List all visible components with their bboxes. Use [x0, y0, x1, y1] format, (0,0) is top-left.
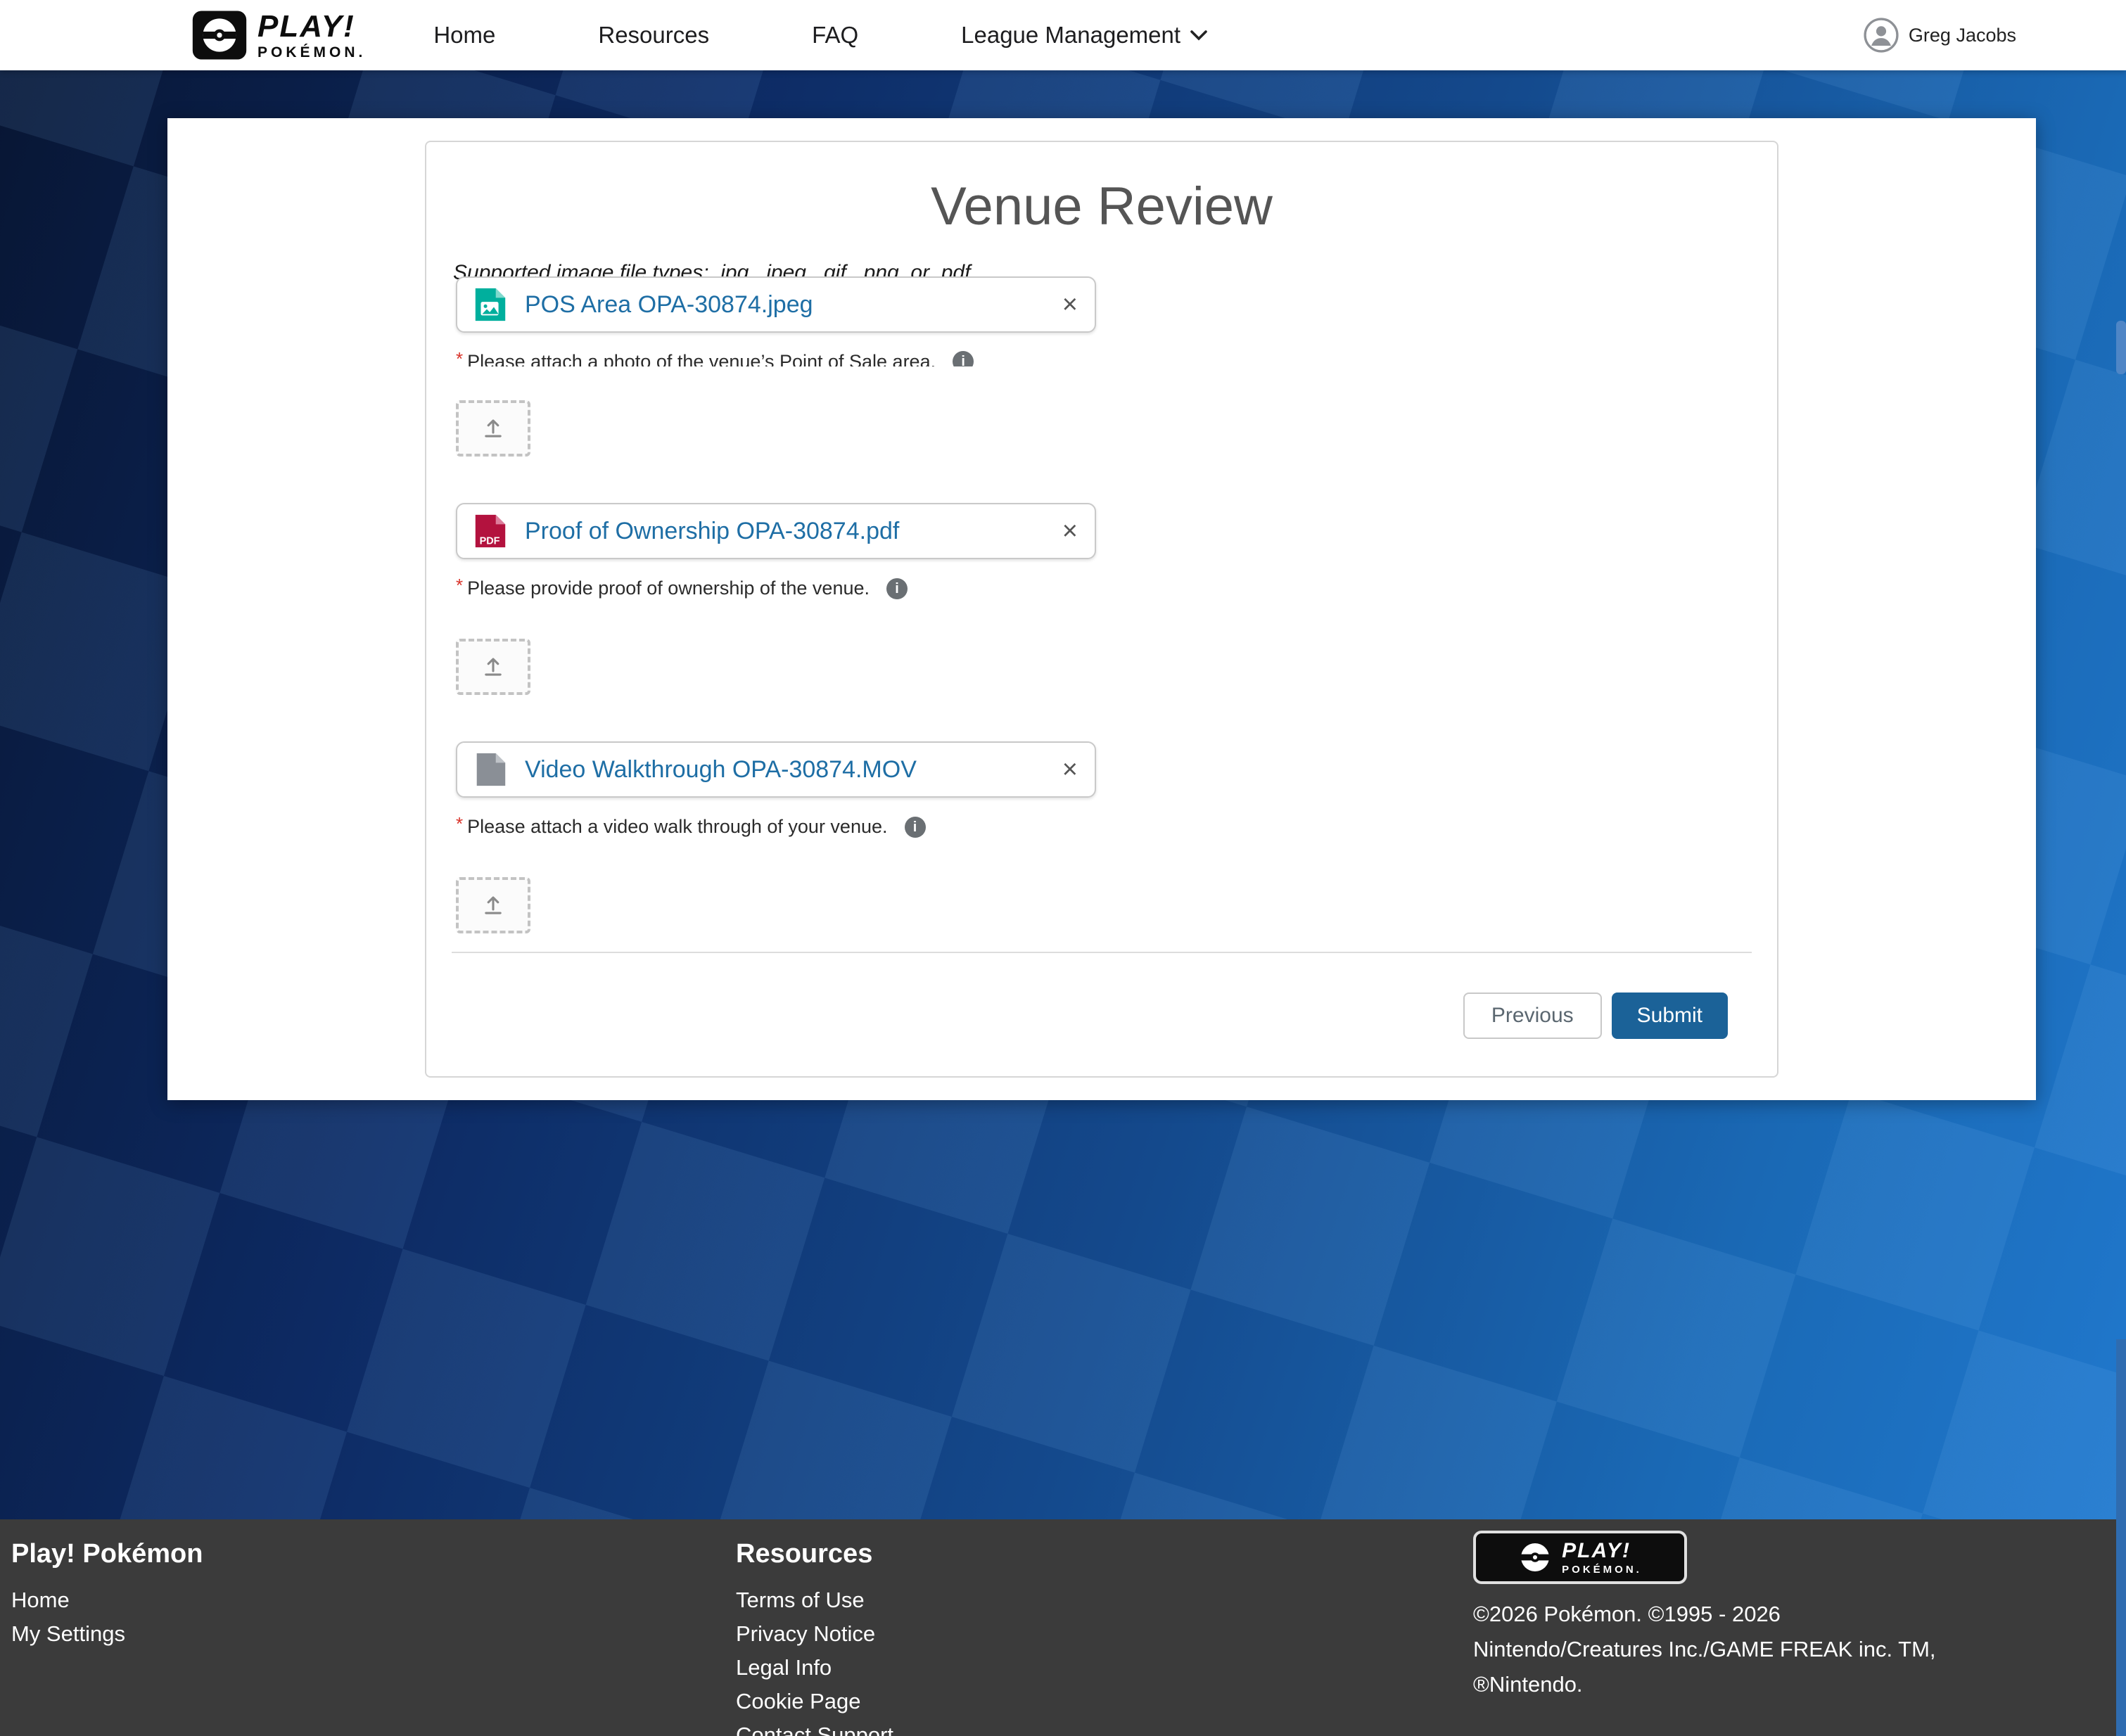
required-asterisk: *: [456, 351, 463, 366]
nav-league-management-label: League Management: [961, 22, 1180, 49]
page: PLAY! POKÉMON. Home Resources FAQ League…: [0, 0, 2126, 1736]
requirement-text-row: * Please attach a video walk through of …: [456, 816, 1777, 838]
required-asterisk: *: [456, 813, 463, 835]
copyright-line: Nintendo/Creatures Inc./GAME FREAK inc. …: [1473, 1632, 1987, 1667]
footer-link-legal-info[interactable]: Legal Info: [736, 1651, 1473, 1685]
upload-section-pos-area: POS Area OPA-30874.jpeg × * Please attac…: [456, 276, 1777, 457]
remove-file-button[interactable]: ×: [1062, 756, 1078, 783]
nav-resources[interactable]: Resources: [598, 22, 709, 49]
required-asterisk: *: [456, 575, 463, 596]
upload-section-video-walkthrough: Video Walkthrough OPA-30874.MOV × * Plea…: [456, 741, 1777, 933]
file-chip: POS Area OPA-30874.jpeg ×: [456, 276, 1096, 333]
file-chip: PDF Proof of Ownership OPA-30874.pdf ×: [456, 503, 1096, 559]
submit-button[interactable]: Submit: [1612, 993, 1728, 1039]
footer-link-terms-of-use[interactable]: Terms of Use: [736, 1583, 1473, 1617]
user-menu[interactable]: Greg Jacobs: [1864, 18, 2016, 53]
info-icon[interactable]: i: [905, 817, 926, 838]
footer-link-cookie-page[interactable]: Cookie Page: [736, 1685, 1473, 1718]
copyright-line: ®Nintendo.: [1473, 1667, 1987, 1702]
pokeball-logo-icon: [191, 9, 248, 61]
footer-column-copyright: PLAY! POKÉMON. ©2026 Pokémon. ©1995 - 20…: [1473, 1519, 1987, 1736]
main-nav: Home Resources FAQ League Management: [433, 22, 1207, 49]
nav-resources-label: Resources: [598, 22, 709, 49]
footer-link-contact-support[interactable]: Contact Support: [736, 1718, 1473, 1736]
footer-link-my-settings[interactable]: My Settings: [11, 1617, 736, 1651]
info-icon[interactable]: i: [953, 351, 974, 366]
file-chip: Video Walkthrough OPA-30874.MOV ×: [456, 741, 1096, 798]
venue-review-card: Venue Review Supported image file types:…: [425, 141, 1778, 1078]
file-upload-dropzone[interactable]: [456, 400, 530, 457]
nav-faq-label: FAQ: [812, 22, 858, 49]
footer-play-pokemon-logo: PLAY! POKÉMON.: [1473, 1531, 1687, 1584]
pdf-label: PDF: [480, 535, 500, 547]
copyright-text: ©2026 Pokémon. ©1995 - 2026 Nintendo/Cre…: [1473, 1597, 1987, 1702]
image-file-icon: [471, 286, 509, 324]
requirement-text: Please attach a photo of the venue’s Poi…: [467, 351, 936, 366]
footer: Play! Pokémon Home My Settings Resources…: [0, 1519, 2126, 1736]
file-upload-dropzone[interactable]: [456, 639, 530, 695]
avatar-icon: [1864, 18, 1899, 53]
remove-file-button[interactable]: ×: [1062, 291, 1078, 318]
requirement-text: Please attach a video walk through of yo…: [467, 816, 887, 838]
nav-league-management[interactable]: League Management: [961, 22, 1207, 49]
upload-section-proof-of-ownership: PDF Proof of Ownership OPA-30874.pdf × *…: [456, 503, 1777, 695]
brand-play: PLAY!: [257, 11, 366, 42]
generic-file-icon: [471, 751, 509, 789]
footer-link-home[interactable]: Home: [11, 1583, 736, 1617]
footer-heading-resources: Resources: [736, 1539, 1473, 1569]
previous-button[interactable]: Previous: [1463, 993, 1602, 1039]
footer-column-resources: Resources Terms of Use Privacy Notice Le…: [736, 1519, 1473, 1736]
nav-home-label: Home: [433, 22, 495, 49]
user-name: Greg Jacobs: [1909, 25, 2016, 46]
remove-file-button[interactable]: ×: [1062, 518, 1078, 544]
page-background: Venue Review Supported image file types:…: [0, 70, 2126, 1519]
form-actions: Previous Submit: [426, 993, 1728, 1039]
footer-link-privacy-notice[interactable]: Privacy Notice: [736, 1617, 1473, 1651]
scrollbar-thumb[interactable]: [2116, 1339, 2126, 1736]
requirement-text-row: * Please attach a photo of the venue’s P…: [456, 351, 1777, 366]
chevron-down-icon: [1190, 30, 1207, 41]
upload-icon: [481, 416, 505, 440]
footer-column-play-pokemon: Play! Pokémon Home My Settings: [0, 1519, 736, 1736]
brand-pokemon: POKÉMON.: [257, 45, 366, 60]
divider: [452, 952, 1752, 953]
uploaded-file-link[interactable]: POS Area OPA-30874.jpeg: [525, 291, 813, 319]
brand-text: PLAY! POKÉMON.: [257, 11, 366, 60]
footer-brand-play: PLAY!: [1562, 1540, 1642, 1562]
uploaded-file-link[interactable]: Proof of Ownership OPA-30874.pdf: [525, 518, 899, 545]
file-upload-dropzone[interactable]: [456, 877, 530, 933]
upload-icon: [481, 893, 505, 917]
page-title: Venue Review: [426, 142, 1777, 237]
copyright-line: ©2026 Pokémon. ©1995 - 2026: [1473, 1597, 1987, 1632]
scrollbar-thumb[interactable]: [2116, 321, 2126, 374]
footer-heading-play-pokemon: Play! Pokémon: [11, 1539, 736, 1569]
top-navbar: PLAY! POKÉMON. Home Resources FAQ League…: [0, 0, 2126, 70]
play-pokemon-logo[interactable]: PLAY! POKÉMON.: [191, 9, 366, 61]
requirement-text-row: * Please provide proof of ownership of t…: [456, 577, 1777, 599]
requirement-text: Please provide proof of ownership of the…: [467, 577, 870, 599]
content-panel: Venue Review Supported image file types:…: [167, 118, 2036, 1100]
upload-icon: [481, 655, 505, 679]
pokeball-logo-icon: [1518, 1540, 1552, 1574]
nav-faq[interactable]: FAQ: [812, 22, 858, 49]
nav-home[interactable]: Home: [433, 22, 495, 49]
footer-brand-text: PLAY! POKÉMON.: [1562, 1540, 1642, 1575]
info-icon[interactable]: i: [886, 578, 908, 599]
uploaded-file-link[interactable]: Video Walkthrough OPA-30874.MOV: [525, 756, 917, 784]
pdf-file-icon: PDF: [471, 512, 509, 550]
scrollbar: [2116, 0, 2126, 1736]
footer-brand-pokemon: POKÉMON.: [1562, 1564, 1642, 1575]
